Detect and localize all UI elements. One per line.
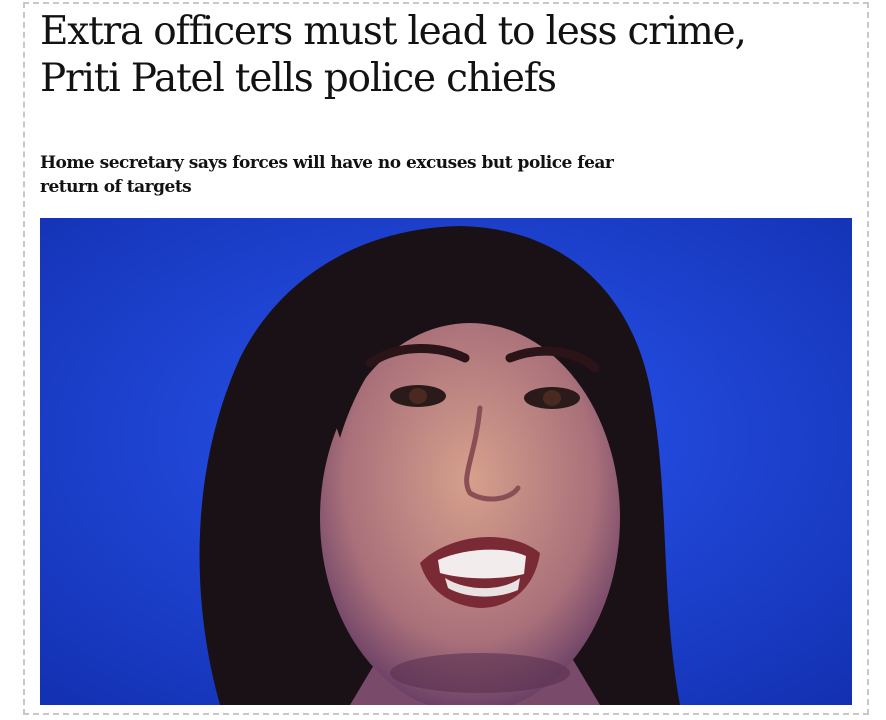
article-photo[interactable] — [40, 218, 852, 705]
headline-line-1: Extra officers must lead to less crime, — [40, 9, 747, 54]
article-headline[interactable]: Extra officers must lead to less crime, … — [40, 8, 840, 102]
standfirst-line-1: Home secretary says forces will have no … — [40, 153, 614, 173]
portrait-illustration — [40, 218, 852, 705]
standfirst-line-2: return of targets — [40, 177, 192, 197]
article-standfirst: Home secretary says forces will have no … — [40, 151, 760, 199]
headline-line-2: Priti Patel tells police chiefs — [40, 56, 557, 101]
